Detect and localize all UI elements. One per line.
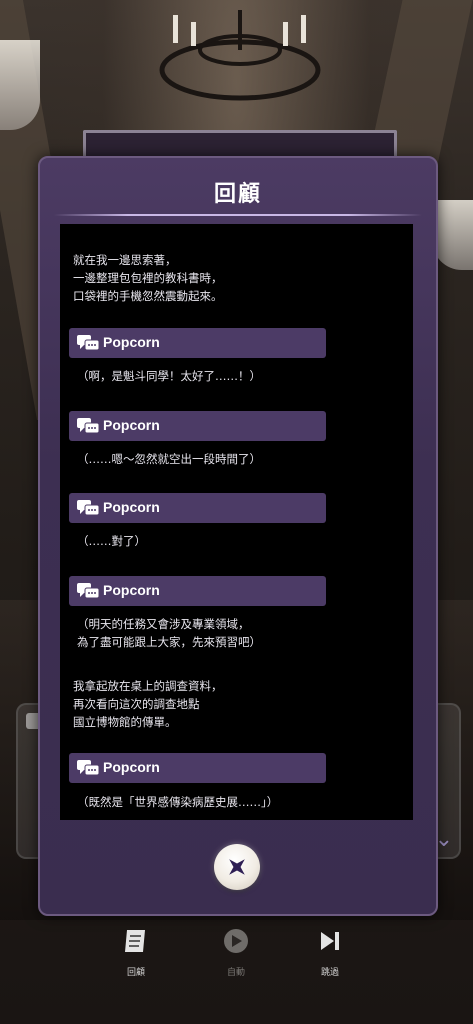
dialogue-line: （……對了）: [77, 534, 146, 548]
play-icon: [224, 929, 248, 953]
toolbar-review-button[interactable]: 回顧: [111, 926, 161, 982]
toolbar-review-label: 回顧: [126, 968, 145, 978]
close-icon: [229, 859, 245, 875]
scroll-icon: [125, 930, 145, 952]
speaker-name: Popcorn: [103, 334, 160, 350]
speaker-bar: Popcorn: [69, 411, 326, 441]
dialogue-line: （……嗯～忽然就空出一段時間了）: [77, 452, 261, 466]
speaker-name: Popcorn: [103, 582, 160, 598]
speaker-name: Popcorn: [103, 417, 160, 433]
dialogue-line: （啊，是魁斗同學！太好了……！）: [77, 369, 261, 383]
narration-text: 我拿起放在桌上的調查資料， 再次看向這次的調查地點 國立博物館的傳單。: [73, 679, 223, 729]
dialogue-line: （明天的任務又會涉及專業領域， 為了盡可能跟上大家，先來預習吧）: [77, 617, 261, 649]
toolbar-skip-button[interactable]: 跳過: [305, 926, 355, 982]
chat-icon: [77, 418, 99, 434]
chat-icon: [77, 583, 99, 599]
review-modal: 回顧 就在我一邊思索著， 一邊整理包包裡的教科書時， 口袋裡的手機忽然震動起來。…: [38, 156, 438, 916]
chat-icon: [77, 760, 99, 776]
toolbar-auto-button[interactable]: 自動: [211, 926, 261, 982]
speaker-name: Popcorn: [103, 759, 160, 775]
toolbar-auto-label: 自動: [226, 968, 245, 978]
chandelier: [159, 10, 321, 101]
close-button[interactable]: [214, 844, 260, 890]
dialogue-line: （既然是「世界感傳染病歷史展……」）: [77, 795, 279, 809]
curtain-drape: [432, 200, 473, 270]
skip-icon: [321, 932, 339, 950]
speaker-bar: Popcorn: [69, 576, 326, 606]
title-divider: [54, 214, 422, 216]
chat-icon: [77, 500, 99, 516]
chat-icon: [77, 335, 99, 351]
curtain-drape: [0, 40, 40, 130]
speaker-name: Popcorn: [103, 499, 160, 515]
modal-title: 回顧: [213, 182, 262, 207]
narration-text: 就在我一邊思索著， 一邊整理包包裡的教科書時， 口袋裡的手機忽然震動起來。: [73, 253, 223, 303]
speaker-bar: Popcorn: [69, 753, 326, 783]
speaker-bar: Popcorn: [69, 328, 326, 358]
toolbar-skip-label: 跳過: [320, 968, 339, 978]
speaker-bar: Popcorn: [69, 493, 326, 523]
review-log[interactable]: 就在我一邊思索著， 一邊整理包包裡的教科書時， 口袋裡的手機忽然震動起來。 Po…: [60, 224, 413, 820]
